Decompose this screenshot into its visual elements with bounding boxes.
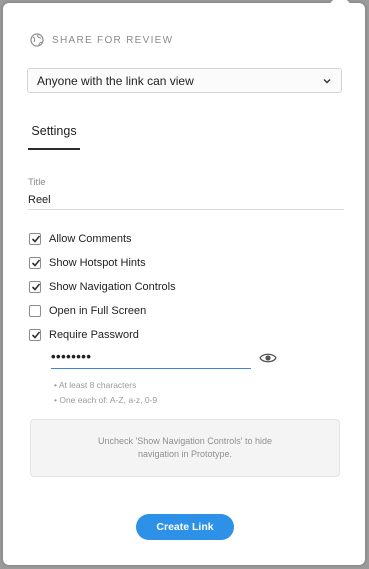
- share-for-review-panel: SHARE FOR REVIEW Anyone with the link ca…: [3, 0, 365, 565]
- checkmark-icon: [31, 259, 41, 267]
- title-field-label: Title: [28, 177, 46, 188]
- password-hint: • One each of: A-Z, a-z, 0-9: [54, 395, 158, 405]
- option-label: Show Navigation Controls: [49, 281, 176, 293]
- option-label: Require Password: [49, 329, 139, 341]
- chevron-down-icon: [323, 78, 331, 83]
- checkbox-require-password[interactable]: [29, 329, 41, 341]
- option-require-password[interactable]: Require Password: [29, 323, 329, 347]
- link-access-select[interactable]: Anyone with the link can view: [27, 68, 342, 93]
- tab-settings-label: Settings: [31, 124, 77, 138]
- info-note-text: Uncheck 'Show Navigation Controls' to hi…: [97, 436, 273, 459]
- create-link-button[interactable]: Create Link: [136, 514, 234, 540]
- title-field[interactable]: Reel: [28, 190, 344, 210]
- option-open-in-full-screen[interactable]: Open in Full Screen: [29, 299, 329, 323]
- checkbox-allow-comments[interactable]: [29, 233, 41, 245]
- option-label: Show Hotspot Hints: [49, 257, 146, 269]
- checkbox-show-hotspot-hints[interactable]: [29, 257, 41, 269]
- checkmark-icon: [31, 283, 41, 291]
- option-show-navigation-controls[interactable]: Show Navigation Controls: [29, 275, 329, 299]
- eye-icon[interactable]: [259, 352, 277, 364]
- checkbox-show-navigation-controls[interactable]: [29, 281, 41, 293]
- checkbox-open-in-full-screen[interactable]: [29, 305, 41, 317]
- option-label: Allow Comments: [49, 233, 132, 245]
- password-hint: • At least 8 characters: [54, 380, 137, 390]
- panel-header: SHARE FOR REVIEW: [30, 31, 173, 49]
- password-input[interactable]: ••••••••: [51, 347, 251, 369]
- globe-icon: [30, 33, 44, 47]
- info-note: Uncheck 'Show Navigation Controls' to hi…: [30, 419, 340, 477]
- checkmark-icon: [31, 235, 41, 243]
- option-allow-comments[interactable]: Allow Comments: [29, 227, 329, 251]
- popover-caret: [330, 0, 350, 13]
- password-hints: • At least 8 characters • One each of: A…: [54, 379, 157, 409]
- panel-title: SHARE FOR REVIEW: [52, 34, 174, 46]
- option-show-hotspot-hints[interactable]: Show Hotspot Hints: [29, 251, 329, 275]
- tab-settings[interactable]: Settings: [28, 124, 80, 150]
- checkmark-icon: [31, 331, 41, 339]
- options-list: Allow Comments Show Hotspot Hints Show N…: [29, 227, 329, 347]
- link-access-value: Anyone with the link can view: [37, 73, 194, 88]
- option-label: Open in Full Screen: [49, 305, 147, 317]
